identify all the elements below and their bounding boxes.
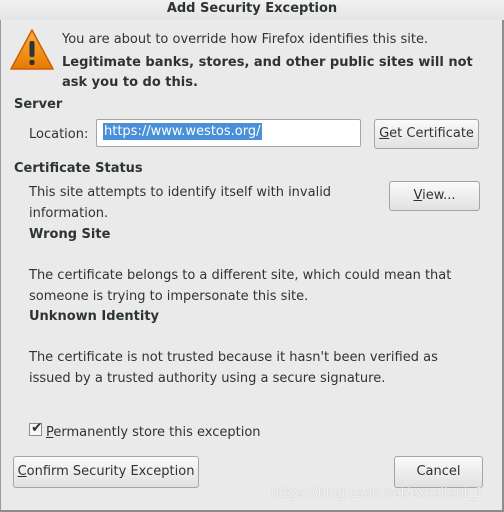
confirm-security-exception-button[interactable]: Confirm Security Exception xyxy=(13,456,199,488)
server-heading: Server xyxy=(14,97,63,112)
certificate-intro-text: This site attempts to identify itself wi… xyxy=(29,185,332,221)
permanent-store-label[interactable]: Permanently store this exception xyxy=(46,425,261,440)
confirm-mnemonic: C xyxy=(17,464,27,479)
confirm-label: onfirm Security Exception xyxy=(26,464,195,479)
unknown-identity-text: The certificate is not trusted because i… xyxy=(29,350,438,386)
warning-message: You are about to override how Firefox id… xyxy=(62,32,429,47)
warning-emphasis: Legitimate banks, stores, and other publ… xyxy=(62,55,473,90)
watermark-text: https://blog.csdn.net/excellent_1 xyxy=(271,486,484,501)
location-label: Location: xyxy=(29,127,89,142)
wrong-site-heading: Wrong Site xyxy=(29,227,111,242)
get-certificate-button[interactable]: Get Certificate xyxy=(374,119,479,149)
unknown-identity-heading: Unknown Identity xyxy=(29,309,160,324)
checkmark-icon: ✔ xyxy=(31,420,43,436)
get-certificate-mnemonic: G xyxy=(379,126,390,141)
warning-icon xyxy=(9,27,55,73)
window-frame-left xyxy=(0,0,1,512)
dialog-title: Add Security Exception xyxy=(0,0,504,20)
view-mnemonic: V xyxy=(413,188,423,203)
wrong-site-text: The certificate belongs to a different s… xyxy=(29,268,452,304)
view-label: iew... xyxy=(422,188,456,203)
cancel-button[interactable]: Cancel xyxy=(394,456,483,488)
certificate-status-heading: Certificate Status xyxy=(14,161,143,176)
permanent-label-text: ermanently store this exception xyxy=(53,425,261,440)
view-certificate-button[interactable]: View... xyxy=(389,181,480,211)
location-input[interactable]: https://www.westos.org/ xyxy=(96,119,361,147)
location-value: https://www.westos.org/ xyxy=(103,123,262,140)
get-certificate-label: et Certificate xyxy=(389,126,474,141)
